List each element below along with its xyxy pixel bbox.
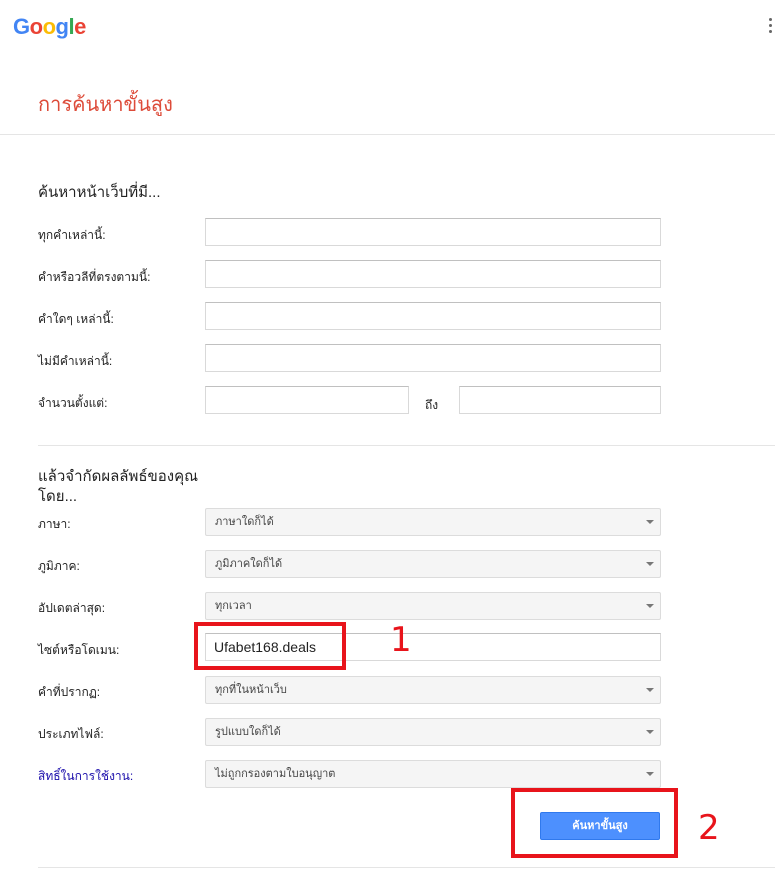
- site-domain-label: ไซต์หรือโดเมน:: [38, 643, 120, 657]
- header-divider: [0, 134, 775, 135]
- usage-rights-value: ไม่ถูกกรองตามใบอนุญาต: [215, 768, 336, 780]
- file-type-select[interactable]: รูปแบบใดก็ได้: [205, 718, 661, 746]
- more-vert-icon[interactable]: [766, 18, 775, 38]
- annotation-number-1: 1: [390, 620, 412, 660]
- section-divider: [38, 445, 775, 446]
- annotation-box-button: [511, 788, 678, 858]
- number-range-from-input[interactable]: [205, 386, 409, 414]
- all-words-label: ทุกคำเหล่านี้:: [38, 228, 106, 242]
- logo-letter-e: e: [74, 14, 86, 39]
- all-words-input[interactable]: [205, 218, 661, 246]
- exact-phrase-label: คำหรือวลีที่ตรงตามนี้:: [38, 270, 151, 284]
- last-update-select[interactable]: ทุกเวลา: [205, 592, 661, 620]
- any-words-input[interactable]: [205, 302, 661, 330]
- google-logo[interactable]: Google: [13, 14, 86, 40]
- region-value: ภูมิภาคใดก็ได้: [215, 558, 283, 570]
- file-type-value: รูปแบบใดก็ได้: [215, 726, 281, 738]
- dropdown-arrow-icon: [646, 604, 654, 608]
- region-label: ภูมิภาค:: [38, 559, 80, 573]
- number-range-to-label: ถึง: [425, 398, 439, 412]
- terms-appearing-value: ทุกที่ในหน้าเว็บ: [215, 684, 287, 696]
- region-select[interactable]: ภูมิภาคใดก็ได้: [205, 550, 661, 578]
- number-range-to-input[interactable]: [459, 386, 661, 414]
- last-update-label: อัปเดตล่าสุด:: [38, 601, 106, 615]
- footer-divider: [38, 867, 775, 868]
- logo-letter-o2: o: [42, 14, 56, 39]
- narrow-results-title: แล้วจำกัดผลลัพธ์ของคุณ โดย...: [38, 467, 198, 507]
- dropdown-arrow-icon: [646, 688, 654, 692]
- page-title: การค้นหาขั้นสูง: [38, 94, 173, 116]
- any-words-label: คำใดๆ เหล่านี้:: [38, 312, 114, 326]
- none-words-input[interactable]: [205, 344, 661, 372]
- logo-letter-g: G: [13, 14, 30, 39]
- annotation-number-2: 2: [698, 808, 720, 848]
- dropdown-arrow-icon: [646, 772, 654, 776]
- language-value: ภาษาใดก็ได้: [215, 516, 274, 528]
- language-select[interactable]: ภาษาใดก็ได้: [205, 508, 661, 536]
- file-type-label: ประเภทไฟล์:: [38, 727, 104, 741]
- find-pages-title: ค้นหาหน้าเว็บที่มี...: [38, 184, 161, 201]
- usage-rights-link[interactable]: สิทธิ์ในการใช้งาน:: [38, 767, 133, 786]
- terms-appearing-label: คำที่ปรากฏ:: [38, 685, 101, 699]
- exact-phrase-input[interactable]: [205, 260, 661, 288]
- narrow-results-title-line1: แล้วจำกัดผลลัพธ์ของคุณ: [38, 468, 199, 485]
- last-update-value: ทุกเวลา: [215, 600, 252, 612]
- dropdown-arrow-icon: [646, 562, 654, 566]
- logo-letter-g2: g: [55, 14, 69, 39]
- dropdown-arrow-icon: [646, 520, 654, 524]
- logo-letter-o1: o: [29, 14, 43, 39]
- none-words-label: ไม่มีคำเหล่านี้:: [38, 354, 113, 368]
- language-label: ภาษา:: [38, 517, 71, 531]
- terms-appearing-select[interactable]: ทุกที่ในหน้าเว็บ: [205, 676, 661, 704]
- usage-rights-select[interactable]: ไม่ถูกกรองตามใบอนุญาต: [205, 760, 661, 788]
- annotation-box-site: [194, 622, 346, 670]
- narrow-results-title-line2: โดย...: [38, 488, 78, 505]
- dropdown-arrow-icon: [646, 730, 654, 734]
- number-range-label: จำนวนตั้งแต่:: [38, 396, 108, 410]
